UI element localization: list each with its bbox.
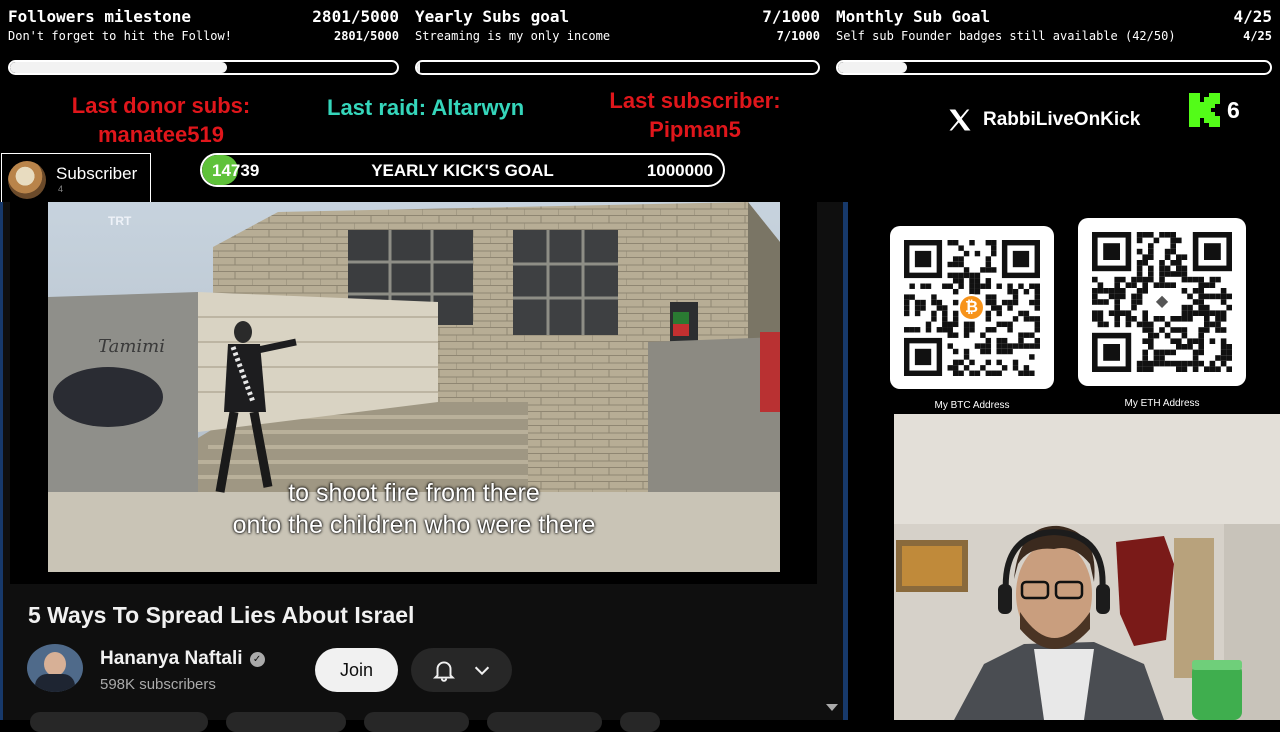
goal-progress-fill [838,62,908,73]
btc-qr-card: ₿ [890,226,1054,389]
goal-progress-fill [417,62,420,73]
ethereum-icon: ◆ [1148,288,1176,316]
goal-title: Yearly Subs goal [415,7,570,26]
webcam-feed [894,414,1280,720]
subscriber-count: 598K subscribers [100,676,216,693]
goal-count-secondary: 4/25 [1243,29,1272,43]
kick-goal-label: YEARLY KICK'S GOAL [371,161,554,180]
video-subtitle-line-2: onto the children who were there [232,511,596,539]
eth-qr-card: ◆ [1078,218,1246,386]
goal-count: 4/25 [1233,7,1272,26]
subscriber-label: Last subscriber: [609,88,781,113]
goal-subtitle: Self sub Founder badges still available … [836,29,1176,43]
video-subtitle-line-1: to shoot fire from there [288,479,540,507]
channel-avatar[interactable] [27,644,83,692]
goal-title: Followers milestone [8,7,192,26]
join-button[interactable]: Join [315,648,398,692]
video-frame[interactable]: Tamimi TRT to shoot fire from there onto… [48,202,780,572]
kick-viewer-count: 6 [1189,93,1240,127]
action-chip[interactable] [226,712,346,732]
last-raid: Last raid: Altarwyn [327,95,525,120]
kick-goal-bar: 14739 YEARLY KICK'S GOAL 1000000 [200,153,725,187]
x-social-handle: RabbiLiveOnKick [946,106,1140,134]
action-chip[interactable] [364,712,469,732]
goal-progress-fill [10,62,227,73]
subscriber-widget-label: Subscriber [56,164,138,183]
goal-progress-bar [836,60,1272,75]
goal-count: 2801/5000 [312,7,399,26]
subscriber-avatar [8,161,46,199]
subscribe-notifications-button[interactable] [411,648,512,692]
verified-check-icon: ✓ [249,651,265,667]
goal-count-secondary: 2801/5000 [333,29,399,43]
goal-count: 7/1000 [762,7,820,26]
channel-name[interactable]: Hananya Naftali [100,648,243,670]
trt-logo: TRT [108,214,132,228]
action-chips-row [30,712,670,732]
goal-progress-bar [415,60,820,75]
channel-name-row[interactable]: Hananya Naftali ✓ [100,648,265,670]
subscriber-widget: Subscriber 4 [1,153,151,206]
action-chip[interactable] [30,712,208,732]
bitcoin-icon: ₿ [958,294,985,321]
bell-icon [432,661,455,682]
donor-name: manatee519 [98,122,224,147]
followers-goal: Followers milestone 2801/5000 Don't forg… [8,0,399,80]
goal-subtitle: Don't forget to hit the Follow! [8,29,232,43]
video-title: 5 Ways To Spread Lies About Israel [28,602,415,628]
action-chip[interactable] [487,712,602,732]
kick-goal-target: 1000000 [646,161,713,180]
webcam-scene [894,414,1280,720]
donor-label: Last donor subs: [71,93,251,118]
goal-progress-bar [8,60,399,75]
goal-title: Monthly Sub Goal [836,7,991,26]
yearly-subs-goal: Yearly Subs goal 7/1000 Streaming is my … [415,0,820,80]
last-subscriber: Last subscriber: Pipman5 [575,86,815,144]
scroll-down-arrow-icon[interactable] [826,704,838,711]
monthly-sub-goal: Monthly Sub Goal 4/25 Self sub Founder b… [836,0,1272,80]
x-logo-icon [949,109,971,131]
panel-left-edge [0,202,3,720]
goal-subtitle: Streaming is my only income [415,29,611,43]
chevron-down-icon [474,666,489,676]
wall-graffiti: Tamimi [98,336,165,357]
kick-logo-icon [1189,93,1220,127]
subscriber-name: Pipman5 [649,117,741,142]
panel-scrollbar[interactable] [843,202,848,720]
action-chip[interactable] [620,712,660,732]
btc-address-label: My BTC Address [934,400,1010,411]
kick-viewer-number: 6 [1227,96,1240,123]
goal-count-secondary: 7/1000 [776,29,820,43]
social-handle-text: RabbiLiveOnKick [983,109,1141,130]
eth-address-label: My ETH Address [1124,398,1200,409]
last-donor-subs: Last donor subs: manatee519 [40,91,282,149]
subscriber-widget-count: 4 [58,184,64,194]
